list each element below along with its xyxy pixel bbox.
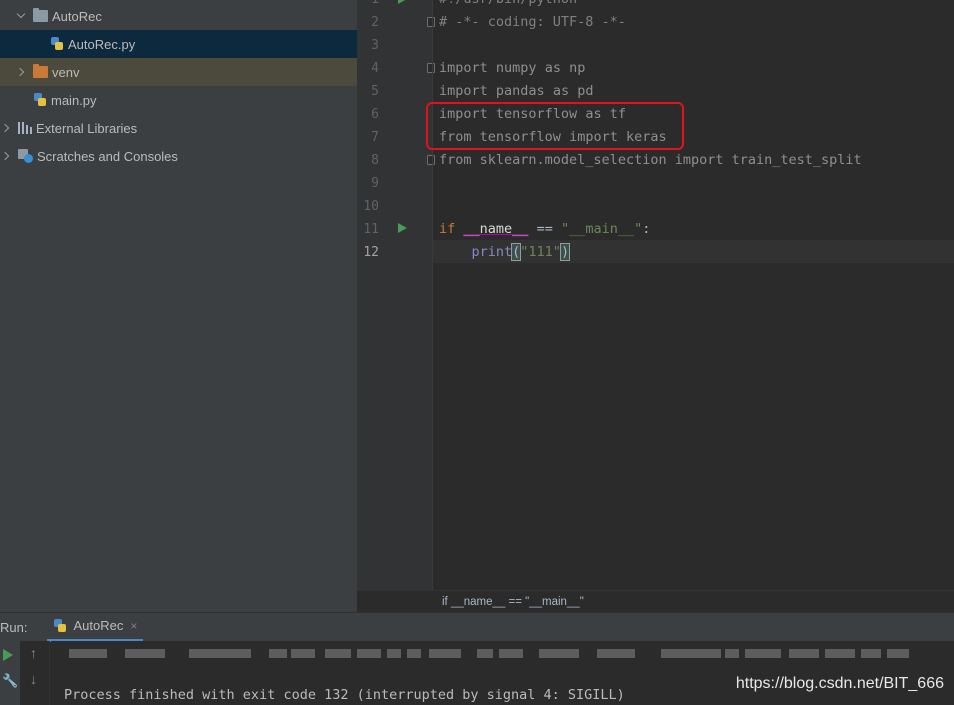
chevron-right-icon[interactable] xyxy=(17,67,27,77)
line-number: 10 xyxy=(363,199,379,214)
python-file-icon xyxy=(33,93,47,107)
wrench-icon[interactable]: 🔧 xyxy=(2,673,18,689)
process-exit-message: Process finished with exit code 132 (int… xyxy=(64,687,625,703)
chevron-right-icon[interactable] xyxy=(2,151,12,161)
line-number: 6 xyxy=(371,107,379,122)
project-panel: AutoRec AutoRec.py venv main.py External… xyxy=(0,0,357,612)
line-number: 12 xyxy=(363,245,379,260)
watermark-text: https://blog.csdn.net/BIT_666 xyxy=(735,675,944,692)
editor-gutter: 1 2 3 4 5 6 7 8 9 10 11 12 xyxy=(357,0,435,590)
code-line-4: import numpy as np xyxy=(439,60,586,76)
line-number: 1 xyxy=(357,0,379,11)
scratches-icon xyxy=(18,149,33,163)
tree-item-autorec-folder[interactable]: AutoRec xyxy=(0,2,357,30)
run-tab-label: AutoRec xyxy=(73,618,124,633)
run-gutter-icon[interactable] xyxy=(398,0,407,4)
python-file-icon xyxy=(50,37,64,51)
run-label: Run: xyxy=(0,619,28,635)
close-icon[interactable]: × xyxy=(130,619,137,633)
code-line-8: from sklearn.model_selection import trai… xyxy=(439,152,862,168)
code-line-1: #!/usr/bin/python xyxy=(439,0,577,11)
line-number: 3 xyxy=(371,38,379,53)
fold-marker-icon[interactable] xyxy=(427,63,435,73)
tree-item-label: Scratches and Consoles xyxy=(37,148,178,164)
annotation-highlight-box xyxy=(426,102,684,150)
run-toolbar-secondary: ↑ ↓ xyxy=(20,641,50,705)
chevron-right-icon[interactable] xyxy=(2,123,12,133)
run-gutter-icon[interactable] xyxy=(398,223,407,233)
python-icon xyxy=(53,618,67,633)
line-number: 11 xyxy=(363,222,379,237)
code-editor[interactable]: 1 2 3 4 5 6 7 8 9 10 11 12 #!/usr/bin/py… xyxy=(357,0,954,612)
folder-icon xyxy=(33,64,48,78)
tree-item-scratches[interactable]: Scratches and Consoles xyxy=(0,142,357,170)
tree-item-external-libraries[interactable]: External Libraries xyxy=(0,114,357,142)
line-number: 7 xyxy=(371,130,379,145)
editor-breadcrumb[interactable]: if __name__ == "__main__" xyxy=(357,590,954,612)
code-line-5: import pandas as pd xyxy=(439,83,594,99)
run-console[interactable]: Process finished with exit code 132 (int… xyxy=(51,641,954,705)
code-line-2: # -*- coding: UTF-8 -*- xyxy=(439,14,626,30)
folder-icon xyxy=(33,8,48,22)
chevron-down-icon[interactable] xyxy=(17,11,27,21)
tree-item-label: venv xyxy=(52,64,80,80)
tree-item-autorec-py[interactable]: AutoRec.py xyxy=(0,30,357,58)
line-number: 9 xyxy=(371,176,379,191)
tree-item-label: External Libraries xyxy=(36,120,138,136)
tree-item-label: AutoRec xyxy=(52,8,102,24)
line-number: 2 xyxy=(371,15,379,30)
run-toolbar: 🔧 xyxy=(0,641,20,705)
gutter-divider xyxy=(432,0,433,590)
fold-marker-icon[interactable] xyxy=(427,155,435,165)
line-number: 4 xyxy=(371,61,379,76)
code-line-11: if __name__ == "__main__": xyxy=(439,221,651,237)
line-number: 5 xyxy=(371,84,379,99)
library-icon xyxy=(18,122,32,134)
tree-item-main-py[interactable]: main.py xyxy=(0,86,357,114)
code-line-12: print("111") xyxy=(471,243,571,261)
tree-item-venv[interactable]: venv xyxy=(0,58,357,86)
arrow-down-icon[interactable]: ↓ xyxy=(30,671,37,687)
run-tab-autorec[interactable]: AutoRec × xyxy=(47,613,144,642)
tree-item-label: AutoRec.py xyxy=(68,36,136,52)
line-number: 8 xyxy=(371,153,379,168)
fold-marker-icon[interactable] xyxy=(427,17,435,27)
rerun-button[interactable] xyxy=(3,649,13,661)
arrow-up-icon[interactable]: ↑ xyxy=(30,645,37,661)
run-panel-header: Run: AutoRec × xyxy=(0,612,954,642)
tree-item-label: main.py xyxy=(51,92,97,108)
